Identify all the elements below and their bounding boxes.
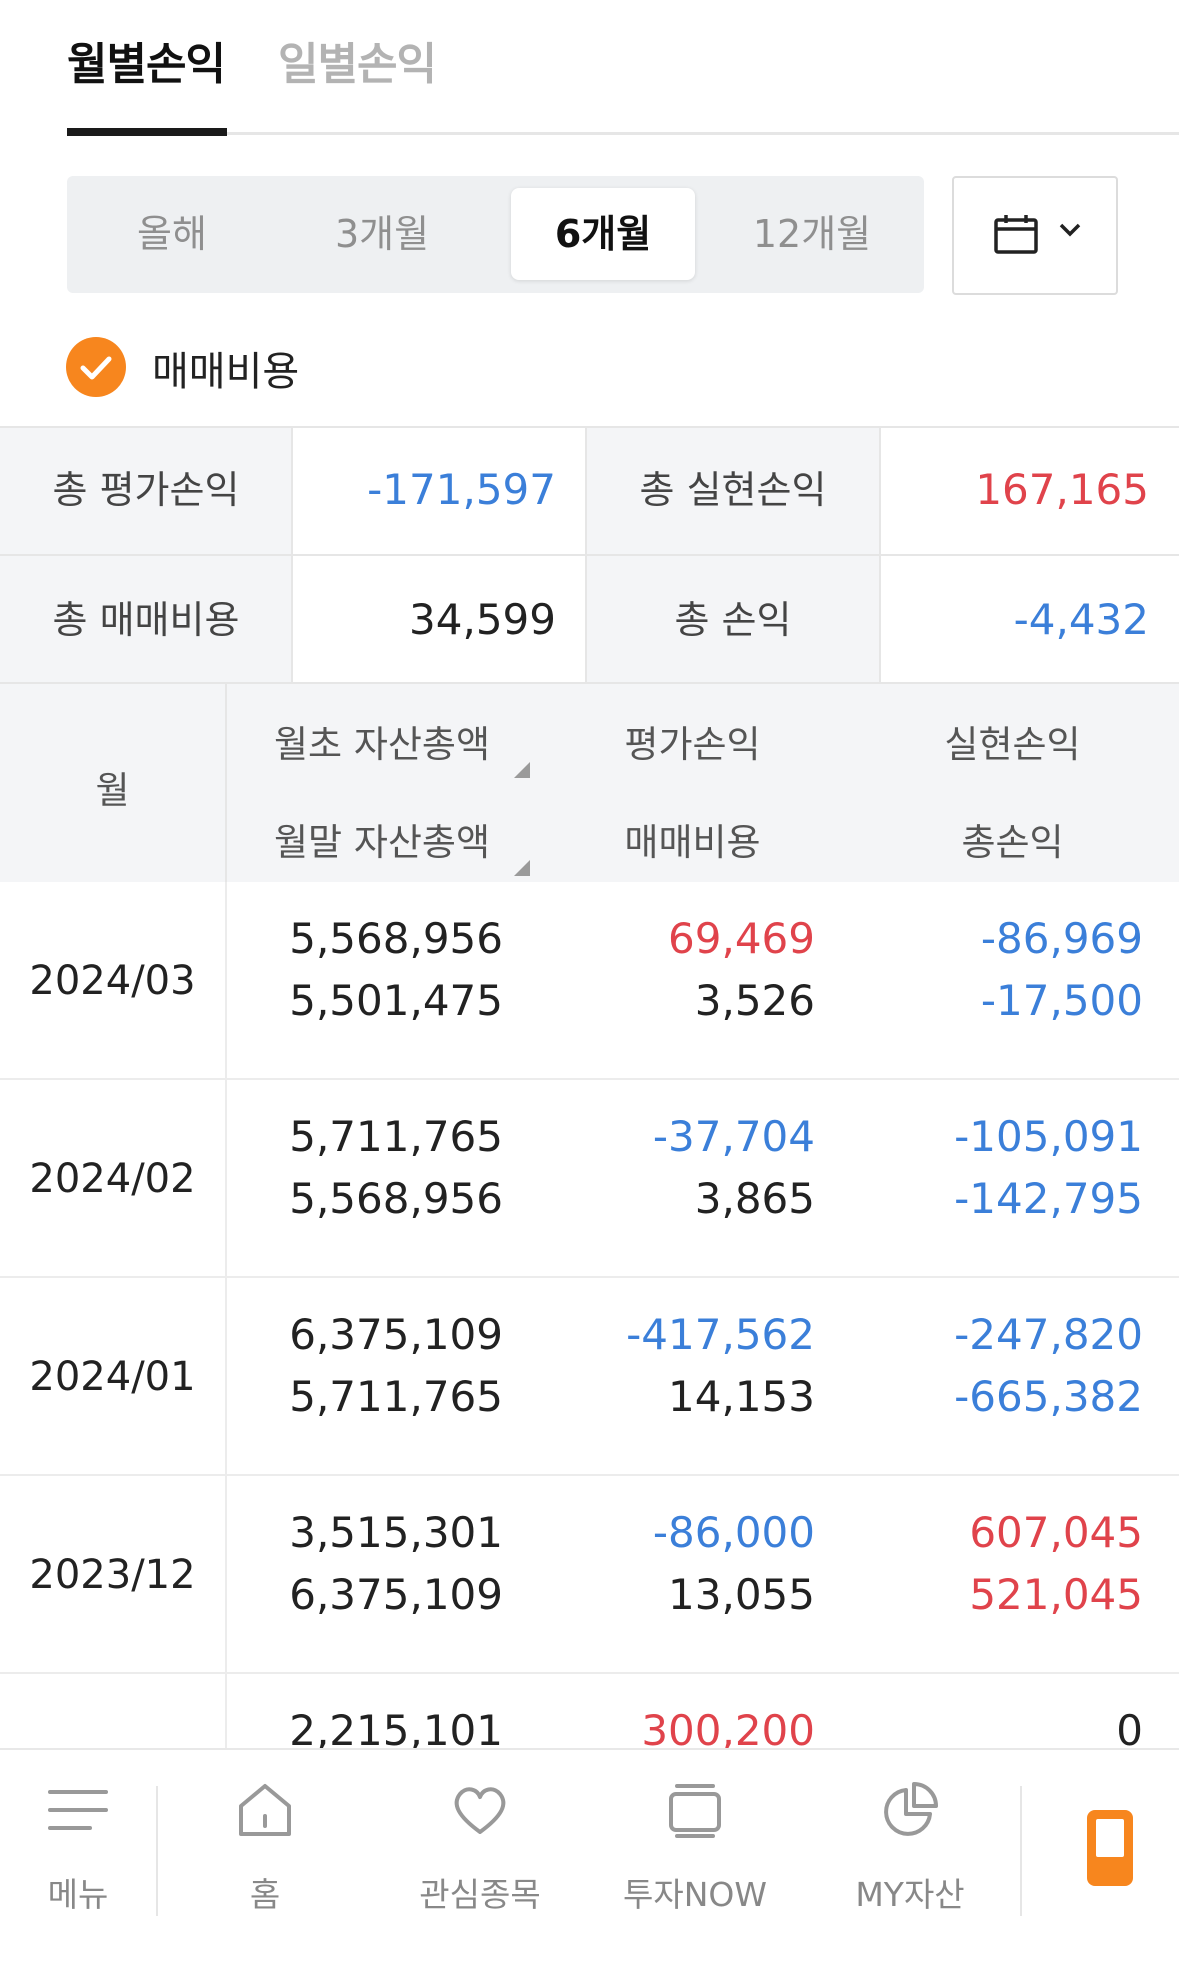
fee-include-checkbox[interactable]: [66, 337, 126, 397]
row-realized-pl: 607,045: [969, 1508, 1143, 1557]
sort-indicator-icon[interactable]: [514, 860, 530, 876]
row-total-pl: 521,045: [969, 1570, 1143, 1619]
row-fee: 3,526: [694, 976, 815, 1025]
total-realized-pl-label: 총 실현손익: [586, 426, 880, 554]
row-month: 2024/02: [29, 1156, 196, 1202]
row-end-assets: 6,375,109: [289, 1570, 503, 1619]
tab-bar: 월별손익 일별손익: [0, 0, 1179, 136]
fee-include-label: 매매비용: [152, 349, 300, 395]
row-start-assets: 6,375,109: [289, 1310, 503, 1359]
total-eval-pl-label: 총 평가손익: [0, 426, 292, 554]
nav-invest-now[interactable]: 투자NOW: [600, 1750, 790, 1963]
table-row[interactable]: 2024/03 5,568,956 5,501,475 69,469 3,526…: [0, 882, 1179, 1080]
row-total-pl: -142,795: [954, 1174, 1143, 1223]
tab-monthly-pl[interactable]: 월별손익: [67, 28, 226, 92]
row-total-pl: -17,500: [980, 976, 1143, 1025]
nav-home[interactable]: 홈: [180, 1750, 350, 1963]
home-icon: [239, 1784, 291, 1836]
calendar-icon: [994, 215, 1038, 254]
header-start-assets[interactable]: 월초 자산총액: [227, 714, 537, 768]
row-eval-pl: -417,562: [626, 1310, 815, 1359]
table-row[interactable]: 2024/01 6,375,109 5,711,765 -417,562 14,…: [0, 1278, 1179, 1476]
tab-bar-divider: [67, 132, 1179, 135]
total-fee-value: 34,599: [409, 595, 556, 644]
header-eval-pl: 평가손익: [624, 723, 761, 766]
table-row[interactable]: 2024/02 5,711,765 5,568,956 -37,704 3,86…: [0, 1080, 1179, 1278]
header-end-assets[interactable]: 월말 자산총액: [227, 812, 537, 866]
tab-daily-pl[interactable]: 일별손익: [278, 28, 437, 92]
row-end-assets: 5,568,956: [289, 1174, 503, 1223]
period-option-12-months[interactable]: 12개월: [707, 188, 917, 280]
total-realized-pl-value: 167,165: [975, 465, 1149, 514]
row-fee: 13,055: [668, 1570, 815, 1619]
nav-label: MY자산: [855, 1875, 965, 1914]
period-segmented-control: 올해 3개월 6개월 12개월: [67, 176, 924, 293]
pie-chart-icon: [884, 1782, 938, 1836]
nav-my-assets[interactable]: MY자산: [820, 1750, 1000, 1963]
summary-divider: [0, 554, 1179, 556]
row-realized-pl: -105,091: [954, 1112, 1143, 1161]
header-total-pl: 총손익: [961, 821, 1064, 864]
nav-label: 투자NOW: [622, 1875, 767, 1914]
row-end-assets: 5,711,765: [289, 1372, 503, 1421]
nav-watchlist[interactable]: 관심종목: [390, 1750, 570, 1963]
row-total-pl: -665,382: [954, 1372, 1143, 1421]
row-fee: 14,153: [668, 1372, 815, 1421]
nav-label: 홈: [249, 1875, 281, 1914]
total-pl-value: -4,432: [1013, 595, 1149, 644]
chevron-down-icon: [1059, 223, 1081, 237]
period-option-this-year[interactable]: 올해: [67, 188, 277, 280]
row-start-assets: 3,515,301: [289, 1508, 503, 1557]
row-divider: [225, 1080, 227, 1278]
table-header: 월 월초 자산총액 월말 자산총액 평가손익 매매비용 실현손익 총손익: [0, 684, 1179, 882]
nav-divider: [156, 1786, 158, 1916]
row-start-assets: 5,711,765: [289, 1112, 503, 1161]
row-month: 2023/12: [29, 1552, 196, 1598]
bottom-navigation: 메뉴 홈 관심종목 투자NOW MY자산: [0, 1748, 1179, 1963]
total-eval-pl-value: -171,597: [367, 465, 556, 514]
row-eval-pl: -86,000: [652, 1508, 815, 1557]
total-fee-label: 총 매매비용: [0, 556, 292, 684]
header-realized-pl: 실현손익: [944, 723, 1081, 766]
row-end-assets: 5,501,475: [289, 976, 503, 1025]
summary-divider: [0, 426, 1179, 428]
row-divider: [225, 1476, 227, 1674]
menu-icon: [48, 1790, 108, 1830]
total-pl-label: 총 손익: [586, 556, 880, 684]
row-start-assets: 5,568,956: [289, 914, 503, 963]
summary-grid: 총 평가손익 -171,597 총 실현손익 167,165 총 매매비용 34…: [0, 426, 1179, 684]
row-eval-pl: -37,704: [652, 1112, 815, 1161]
date-range-button[interactable]: [952, 176, 1118, 295]
table-row[interactable]: 2023/12 3,515,301 6,375,109 -86,000 13,0…: [0, 1476, 1179, 1674]
period-option-6-months[interactable]: 6개월: [511, 188, 695, 280]
nav-label: 메뉴: [47, 1875, 109, 1914]
period-option-3-months[interactable]: 3개월: [277, 188, 487, 280]
news-stack-icon: [669, 1784, 721, 1838]
nav-menu[interactable]: 메뉴: [0, 1750, 156, 1963]
header-fees: 매매비용: [624, 821, 761, 864]
summary-divider: [585, 426, 587, 684]
header-month: 월: [95, 769, 130, 812]
row-realized-pl: -247,820: [954, 1310, 1143, 1359]
summary-divider: [291, 426, 293, 684]
row-eval-pl: 69,469: [668, 914, 815, 963]
nav-label: 관심종목: [419, 1875, 541, 1914]
row-month: 2024/03: [29, 958, 196, 1004]
summary-divider: [879, 426, 881, 684]
sort-indicator-icon[interactable]: [514, 762, 530, 778]
heart-icon: [454, 1787, 506, 1834]
row-divider: [225, 1278, 227, 1476]
row-month: 2024/01: [29, 1354, 196, 1400]
row-divider: [225, 882, 227, 1080]
phone-shortcut-icon: [1086, 1810, 1133, 1886]
nav-divider: [1020, 1786, 1022, 1916]
row-fee: 3,865: [694, 1174, 815, 1223]
row-realized-pl: -86,969: [980, 914, 1143, 963]
active-tab-indicator: [67, 128, 227, 136]
nav-quick-order[interactable]: [1040, 1750, 1179, 1963]
